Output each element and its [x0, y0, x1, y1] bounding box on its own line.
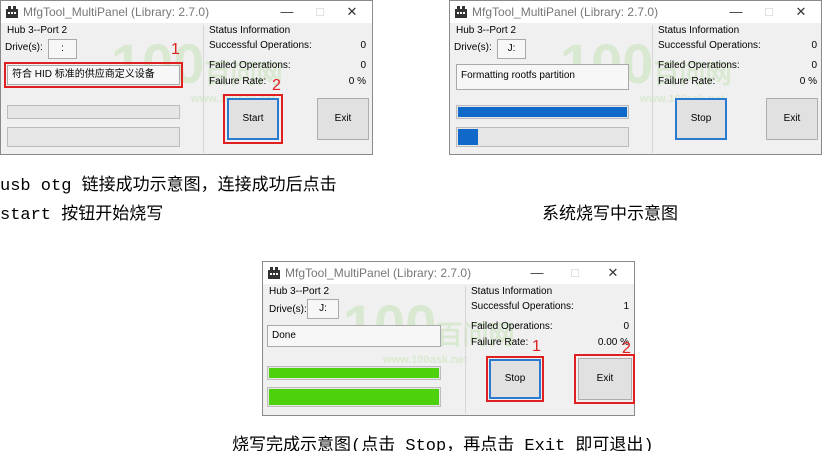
failed-ops-label: Failed Operations: [471, 321, 553, 332]
mfgtool-window-3: MfgTool_MultiPanel (Library: 2.7.0) — □ … [262, 261, 635, 416]
caption-connect-line-1: usb otg 链接成功示意图，连接成功后点击 [0, 177, 337, 196]
close-button[interactable]: ✕ [787, 2, 815, 22]
successful-ops-value: 0 [360, 40, 366, 51]
failed-ops-value: 0 [811, 60, 817, 71]
drives-label: Drive(s): [5, 42, 43, 53]
separator [203, 25, 204, 153]
minimize-button[interactable]: — [523, 263, 551, 283]
hub-label: Hub 3--Port 2 [7, 25, 68, 36]
window-title: MfgTool_MultiPanel (Library: 2.7.0) [23, 5, 210, 19]
maximize-button[interactable]: □ [306, 2, 334, 22]
progress-fill-1 [269, 368, 439, 378]
annotation-box-2 [574, 354, 635, 404]
annotation-number-1: 1 [171, 41, 180, 58]
failed-ops-value: 0 [360, 60, 366, 71]
progress-bar-2 [456, 127, 629, 147]
maximize-button[interactable]: □ [561, 263, 589, 283]
drive-field: : [48, 39, 77, 59]
close-button[interactable]: ✕ [599, 263, 627, 283]
watermark-url: www.100ask.net [383, 354, 468, 366]
window-title: MfgTool_MultiPanel (Library: 2.7.0) [472, 5, 659, 19]
failure-rate-label: Failure Rate: [471, 337, 529, 348]
exit-button[interactable]: Exit [766, 98, 818, 140]
annotation-box-2 [223, 94, 283, 144]
mfgtool-window-1: MfgTool_MultiPanel (Library: 2.7.0) — □ … [0, 0, 373, 155]
app-icon [6, 6, 18, 18]
drives-label: Drive(s): [269, 304, 307, 315]
failed-ops-value: 0 [623, 321, 629, 332]
title-bar[interactable]: MfgTool_MultiPanel (Library: 2.7.0) — □ … [1, 1, 372, 23]
progress-fill-2 [458, 129, 478, 145]
successful-ops-label: Successful Operations: [209, 40, 312, 51]
hub-label: Hub 3--Port 2 [456, 25, 517, 36]
failed-ops-label: Failed Operations: [658, 60, 740, 71]
drive-field: J: [307, 299, 339, 319]
mfgtool-window-2: MfgTool_MultiPanel (Library: 2.7.0) — □ … [449, 0, 822, 155]
annotation-number-1: 1 [532, 338, 541, 355]
minimize-button[interactable]: — [273, 2, 301, 22]
title-bar[interactable]: MfgTool_MultiPanel (Library: 2.7.0) — □ … [450, 1, 821, 23]
minimize-button[interactable]: — [722, 2, 750, 22]
successful-ops-label: Successful Operations: [471, 301, 574, 312]
exit-button[interactable]: Exit [317, 98, 369, 140]
caption-connect-line-2: start 按钮开始烧写 [0, 206, 164, 225]
failure-rate-value: 0 % [348, 76, 366, 87]
caption-flashing: 系统烧写中示意图 [542, 206, 678, 225]
annotation-number-2: 2 [272, 77, 281, 94]
status-info-title: Status Information [658, 25, 740, 36]
stop-button[interactable]: Stop [675, 98, 727, 140]
separator [652, 25, 653, 153]
successful-ops-label: Successful Operations: [658, 40, 761, 51]
annotation-box-1 [4, 62, 183, 88]
successful-ops-value: 0 [811, 40, 817, 51]
progress-bar-2 [267, 387, 441, 407]
drives-label: Drive(s): [454, 42, 492, 53]
app-icon [455, 6, 467, 18]
failure-rate-label: Failure Rate: [658, 76, 716, 87]
device-status-field: Formatting rootfs partition [456, 64, 629, 90]
progress-fill-2 [269, 389, 439, 405]
annotation-number-2: 2 [622, 340, 631, 357]
caption-done: 烧写完成示意图(点击 Stop，再点击 Exit 即可退出) [232, 437, 654, 451]
device-status-field: Done [267, 325, 441, 347]
failure-rate-label: Failure Rate: [209, 76, 267, 87]
app-icon [268, 267, 280, 279]
window-title: MfgTool_MultiPanel (Library: 2.7.0) [285, 266, 472, 280]
progress-bar-1 [267, 366, 441, 380]
progress-bar-1 [7, 105, 180, 119]
maximize-button[interactable]: □ [755, 2, 783, 22]
status-info-title: Status Information [471, 286, 553, 297]
title-bar[interactable]: MfgTool_MultiPanel (Library: 2.7.0) — □ … [263, 262, 634, 284]
progress-bar-1 [456, 105, 629, 119]
hub-label: Hub 3--Port 2 [269, 286, 330, 297]
progress-fill-1 [458, 107, 627, 117]
progress-bar-2 [7, 127, 180, 147]
failure-rate-value: 0 % [799, 76, 817, 87]
status-info-title: Status Information [209, 25, 291, 36]
separator [465, 286, 466, 414]
successful-ops-value: 1 [623, 301, 629, 312]
drive-field: J: [497, 39, 526, 59]
failed-ops-label: Failed Operations: [209, 60, 291, 71]
annotation-box-1 [486, 356, 544, 402]
close-button[interactable]: ✕ [338, 2, 366, 22]
